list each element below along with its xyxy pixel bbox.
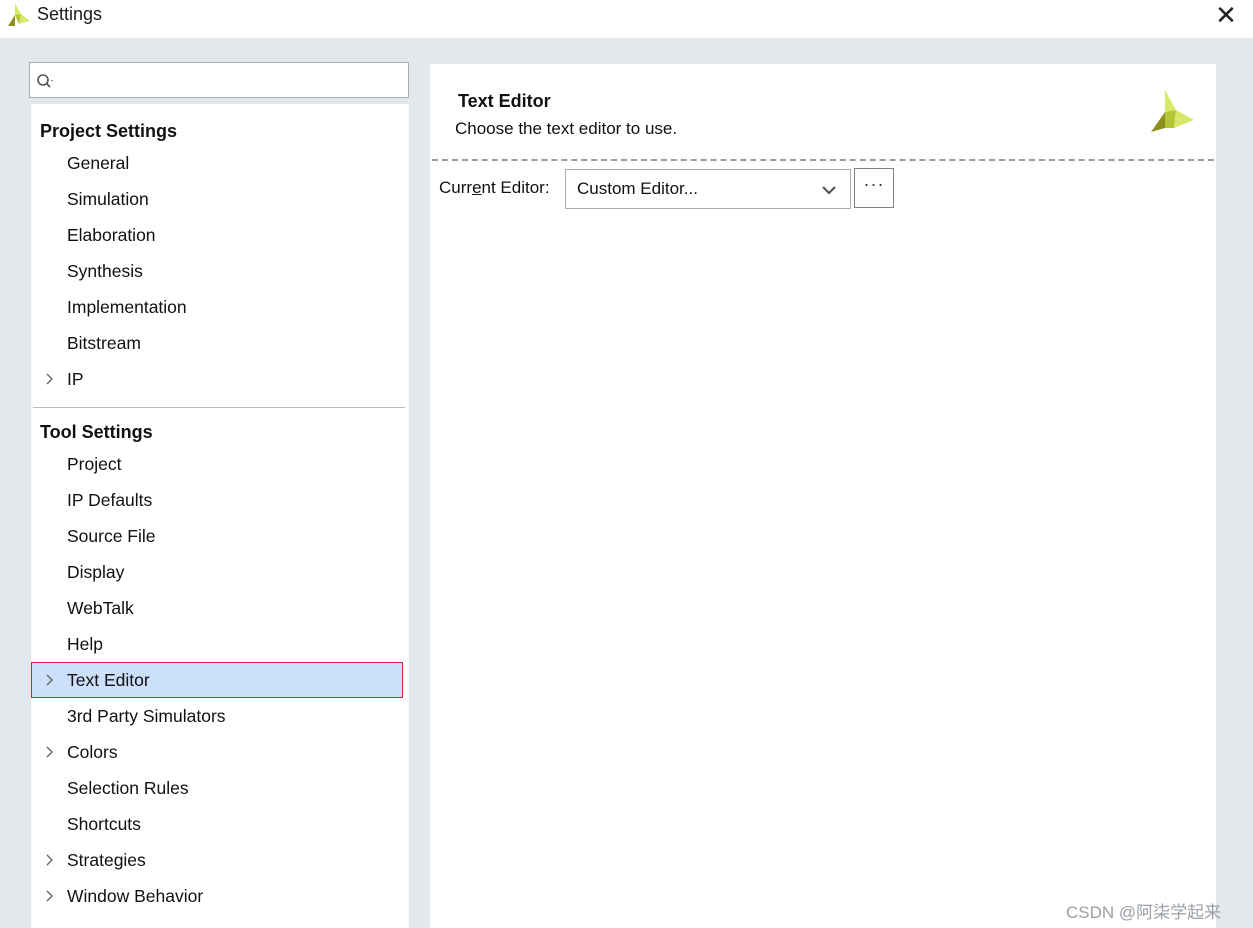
- tree-item-display[interactable]: Display: [31, 554, 403, 590]
- tree-item-colors[interactable]: Colors: [31, 734, 403, 770]
- settings-panel: Text Editor Choose the text editor to us…: [430, 64, 1216, 928]
- tree-item-label: Simulation: [67, 189, 149, 209]
- tree-item-shortcuts[interactable]: Shortcuts: [31, 806, 403, 842]
- tree-item-label: Window Behavior: [67, 886, 204, 906]
- tree-item-elaboration[interactable]: Elaboration: [31, 217, 403, 253]
- tree-item-label: Help: [67, 634, 103, 654]
- tree-item-project[interactable]: Project: [31, 446, 403, 482]
- tree-item-label: Colors: [67, 742, 118, 762]
- tree-item-label: Elaboration: [67, 225, 156, 245]
- panel-description: Choose the text editor to use.: [455, 119, 678, 138]
- tree-item-webtalk[interactable]: WebTalk: [31, 590, 403, 626]
- section-divider: [33, 407, 405, 408]
- tree-item-label: Project: [67, 454, 122, 474]
- tree-item-label: Synthesis: [67, 261, 143, 281]
- chevron-right-icon[interactable]: [44, 853, 56, 867]
- settings-tree: Project Settings General Simulation Elab…: [31, 104, 409, 928]
- tree-item-label: IP: [67, 369, 84, 389]
- tree-item-window-behavior[interactable]: Window Behavior: [31, 878, 403, 914]
- chevron-right-icon[interactable]: [44, 745, 56, 759]
- tree-item-selection-rules[interactable]: Selection Rules: [31, 770, 403, 806]
- tree-item-label: Shortcuts: [67, 814, 141, 834]
- tree-item-label: Implementation: [67, 297, 187, 317]
- tree-item-label: General: [67, 153, 130, 173]
- tree-item-label: Selection Rules: [67, 778, 189, 798]
- tree-item-text-editor[interactable]: Text Editor: [31, 662, 403, 698]
- settings-search[interactable]: [29, 62, 409, 98]
- current-editor-value: Custom Editor...: [577, 179, 698, 198]
- tree-item-help[interactable]: Help: [31, 626, 403, 662]
- tree-item-ip[interactable]: IP: [31, 361, 403, 397]
- watermark: CSDN @阿柒学起来: [1066, 903, 1222, 922]
- tree-item-general[interactable]: General: [31, 145, 403, 181]
- tree-item-label: Text Editor: [67, 670, 150, 690]
- panel-separator: [432, 159, 1214, 161]
- tree-item-label: WebTalk: [67, 598, 134, 618]
- chevron-right-icon[interactable]: [44, 372, 56, 386]
- tree-item-synthesis[interactable]: Synthesis: [31, 253, 403, 289]
- tree-item-bitstream[interactable]: Bitstream: [31, 325, 403, 361]
- title-bar: Settings ✕: [0, 0, 1253, 38]
- tree-item-implementation[interactable]: Implementation: [31, 289, 403, 325]
- tree-item-label: Strategies: [67, 850, 146, 870]
- project-settings-header: Project Settings: [40, 121, 178, 141]
- tree-item-simulation[interactable]: Simulation: [31, 181, 403, 217]
- tree-item-ip-defaults[interactable]: IP Defaults: [31, 482, 403, 518]
- window-title: Settings: [37, 4, 103, 24]
- close-icon[interactable]: ✕: [1208, 1, 1244, 31]
- tree-item-3rd-party-simulators[interactable]: 3rd Party Simulators: [31, 698, 403, 734]
- tree-item-strategies[interactable]: Strategies: [31, 842, 403, 878]
- browse-button[interactable]: ···: [854, 168, 894, 208]
- tree-item-label: Bitstream: [67, 333, 141, 353]
- chevron-right-icon[interactable]: [44, 673, 56, 687]
- current-editor-label: Current Editor:: [439, 178, 550, 197]
- vivado-logo-icon: [1151, 90, 1194, 132]
- tree-item-label: IP Defaults: [67, 490, 153, 510]
- search-input[interactable]: [58, 67, 406, 95]
- tree-item-label: Source File: [67, 526, 156, 546]
- chevron-down-icon[interactable]: [820, 183, 838, 197]
- search-icon: [37, 74, 53, 88]
- chevron-right-icon[interactable]: [44, 889, 56, 903]
- tool-settings-header: Tool Settings: [40, 422, 153, 442]
- tree-item-label: Display: [67, 562, 125, 582]
- panel-title: Text Editor: [458, 91, 551, 111]
- vivado-logo-icon: [8, 4, 30, 26]
- tree-item-label: 3rd Party Simulators: [67, 706, 226, 726]
- tree-item-source-file[interactable]: Source File: [31, 518, 403, 554]
- current-editor-select[interactable]: Custom Editor...: [565, 169, 851, 209]
